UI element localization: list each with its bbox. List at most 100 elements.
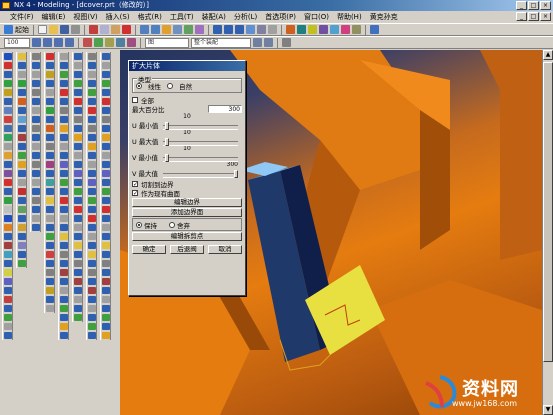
doc-minimize-button[interactable]: _: [516, 12, 527, 21]
view-top-icon[interactable]: [43, 38, 52, 47]
pan-icon[interactable]: [224, 25, 233, 34]
tool-icon[interactable]: [60, 242, 68, 249]
tool-icon[interactable]: [60, 71, 68, 78]
close-button[interactable]: ×: [540, 1, 551, 10]
shade-icon[interactable]: [257, 25, 266, 34]
tool-icon[interactable]: [60, 134, 68, 141]
menu-tools[interactable]: 工具(T): [166, 11, 198, 23]
tool-icon[interactable]: [88, 170, 96, 177]
tool-icon[interactable]: [60, 98, 68, 105]
tool-icon[interactable]: [60, 305, 68, 312]
menu-file[interactable]: 文件(F): [6, 11, 38, 23]
tool-icon[interactable]: [46, 278, 54, 285]
tool-icon[interactable]: [46, 215, 54, 222]
tool-icon[interactable]: [60, 296, 68, 303]
type-linear-radio[interactable]: [136, 82, 142, 89]
tool-icon[interactable]: [60, 260, 68, 267]
assembly-icon[interactable]: [330, 25, 339, 34]
tool-icon[interactable]: [32, 215, 40, 222]
tool-icon[interactable]: [4, 224, 12, 231]
tool-icon[interactable]: [60, 179, 68, 186]
tool-icon[interactable]: [88, 287, 96, 294]
tool-icon[interactable]: [32, 161, 40, 168]
tool-icon[interactable]: [18, 116, 26, 123]
start-label[interactable]: 起始: [15, 25, 29, 35]
save-icon[interactable]: [60, 25, 69, 34]
tool-icon[interactable]: [102, 161, 110, 168]
tool-icon[interactable]: [4, 107, 12, 114]
tool-icon[interactable]: [74, 206, 82, 213]
tool-icon[interactable]: [4, 260, 12, 267]
tool-icon[interactable]: [60, 161, 68, 168]
tool-icon[interactable]: [32, 98, 40, 105]
tool-icon[interactable]: [74, 98, 82, 105]
tool-icon[interactable]: [46, 287, 54, 294]
tool-icon[interactable]: [88, 233, 96, 240]
tool-icon[interactable]: [88, 197, 96, 204]
view-iso-icon[interactable]: [65, 38, 74, 47]
percent-input[interactable]: 300: [208, 104, 242, 113]
tool-icon[interactable]: [46, 89, 54, 96]
minimize-button[interactable]: _: [516, 1, 527, 10]
menu-view[interactable]: 视图(V): [69, 11, 101, 23]
filter-dropdown[interactable]: 整个装配: [191, 37, 251, 48]
snap-point-icon[interactable]: [94, 38, 103, 47]
tool-icon[interactable]: [46, 98, 54, 105]
tool-icon[interactable]: [18, 260, 26, 267]
tool-icon[interactable]: [88, 242, 96, 249]
tool-icon[interactable]: [4, 80, 12, 87]
tool-icon[interactable]: [32, 71, 40, 78]
tool-icon[interactable]: [32, 197, 40, 204]
tool-icon[interactable]: [18, 233, 26, 240]
tool-icon[interactable]: [32, 89, 40, 96]
tool-icon[interactable]: [46, 206, 54, 213]
tool-icon[interactable]: [88, 107, 96, 114]
tool-icon[interactable]: [4, 134, 12, 141]
menu-format[interactable]: 格式(R): [134, 11, 166, 23]
scroll-down-arrow-icon[interactable]: ▼: [543, 405, 553, 415]
tool-icon[interactable]: [60, 116, 68, 123]
tool-icon[interactable]: [74, 143, 82, 150]
tool-icon[interactable]: [60, 197, 68, 204]
tool-icon[interactable]: [88, 53, 96, 60]
tool-icon[interactable]: [4, 98, 12, 105]
tool-icon[interactable]: [74, 161, 82, 168]
tool-icon[interactable]: [88, 152, 96, 159]
tool-icon[interactable]: [88, 80, 96, 87]
layer-icon[interactable]: [308, 25, 317, 34]
tool-icon[interactable]: [102, 278, 110, 285]
doc-close-button[interactable]: ×: [540, 12, 551, 21]
tool-icon[interactable]: [4, 170, 12, 177]
tool-icon[interactable]: [88, 305, 96, 312]
tool-icon[interactable]: [60, 233, 68, 240]
tool-icon[interactable]: [102, 71, 110, 78]
menu-window[interactable]: 窗口(O): [300, 11, 333, 23]
tool-icon[interactable]: [102, 107, 110, 114]
scroll-thumb[interactable]: [543, 62, 553, 362]
tool-icon[interactable]: [18, 107, 26, 114]
tool-icon[interactable]: [74, 170, 82, 177]
tool-icon[interactable]: [32, 224, 40, 231]
tool-icon[interactable]: [18, 242, 26, 249]
tool-icon[interactable]: [88, 215, 96, 222]
tool-icon[interactable]: [102, 53, 110, 60]
tool-icon[interactable]: [88, 323, 96, 330]
tool-icon[interactable]: [18, 125, 26, 132]
tool-icon[interactable]: [46, 116, 54, 123]
tool-icon[interactable]: [74, 53, 82, 60]
tool-icon[interactable]: [18, 62, 26, 69]
tool-icon[interactable]: [4, 206, 12, 213]
deselect-icon[interactable]: [264, 38, 273, 47]
tool-icon[interactable]: [88, 269, 96, 276]
tool-icon[interactable]: [32, 107, 40, 114]
tool-icon[interactable]: [74, 242, 82, 249]
u-max-slider[interactable]: [163, 137, 238, 146]
zoom-dropdown[interactable]: 100: [4, 37, 30, 48]
tool-icon[interactable]: [32, 116, 40, 123]
tool-icon[interactable]: [74, 305, 82, 312]
tool-icon[interactable]: [88, 98, 96, 105]
tool-icon[interactable]: [4, 305, 12, 312]
cut-icon[interactable]: [89, 25, 98, 34]
snap-mid-icon[interactable]: [116, 38, 125, 47]
tool-icon[interactable]: [46, 188, 54, 195]
